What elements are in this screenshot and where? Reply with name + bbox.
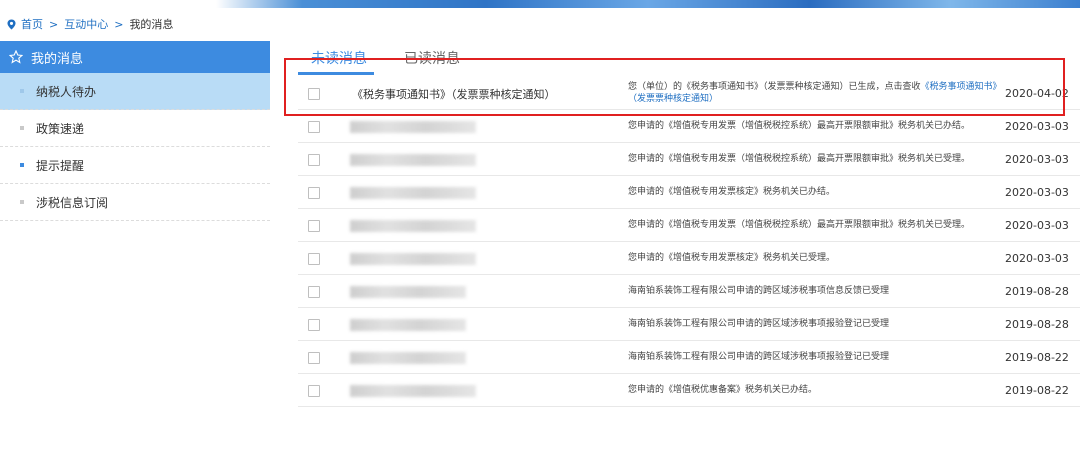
sidebar-item-taxpayer-todo[interactable]: 纳税人待办: [0, 73, 270, 110]
table-row[interactable]: 您申请的《增值税专用发票（增值税税控系统）最高开票限额审批》税务机关已受理。 2…: [298, 209, 1080, 242]
bullet-icon: [20, 163, 24, 167]
row-checkbox[interactable]: [308, 319, 320, 331]
message-description: 您申请的《增值税专用发票核定》税务机关已办结。: [628, 187, 836, 197]
message-description: 您（单位）的《税务事项通知书》（发票票种核定通知）已生成，点击查收《税务事项通知…: [628, 81, 998, 105]
message-description: 您申请的《增值税专用发票（增值税税控系统）最高开票限额审批》税务机关已办结。: [628, 121, 971, 131]
redacted-title: [350, 121, 476, 133]
table-row[interactable]: 您申请的《增值税专用发票（增值税税控系统）最高开票限额审批》税务机关已办结。 2…: [298, 110, 1080, 143]
redacted-title: [350, 352, 466, 364]
message-description-text: 您（单位）的《税务事项通知书》（发票票种核定通知）已生成，点击查收: [628, 82, 921, 92]
message-description: 您申请的《增值税专用发票核定》税务机关已受理。: [628, 253, 836, 263]
breadcrumb-interaction-center[interactable]: 互动中心: [64, 16, 108, 32]
sidebar: 我的消息 纳税人待办 政策速递 提示提醒 涉税信息订阅: [0, 41, 270, 452]
message-description: 海南铂系装饰工程有限公司申请的跨区域涉税事项信息反馈已受理: [628, 286, 890, 296]
table-row[interactable]: 海南铂系装饰工程有限公司申请的跨区域涉税事项信息反馈已受理 2019-08-28: [298, 275, 1080, 308]
row-checkbox[interactable]: [308, 286, 320, 298]
message-date: 2020-03-03: [1005, 153, 1069, 166]
sidebar-item-reminders[interactable]: 提示提醒: [0, 147, 270, 184]
location-pin-icon: [7, 18, 16, 30]
row-checkbox[interactable]: [308, 121, 320, 133]
message-description: 海南铂系装饰工程有限公司申请的跨区域涉税事项报验登记已受理: [628, 319, 890, 329]
redacted-title: [350, 319, 466, 331]
redacted-title: [350, 154, 476, 166]
row-checkbox[interactable]: [308, 352, 320, 364]
message-description: 海南铂系装饰工程有限公司申请的跨区域涉税事项报验登记已受理: [628, 352, 890, 362]
message-description: 您申请的《增值税专用发票（增值税税控系统）最高开票限额审批》税务机关已受理。: [628, 154, 971, 164]
message-date: 2019-08-22: [1005, 351, 1069, 364]
sidebar-item-tax-info-subscription[interactable]: 涉税信息订阅: [0, 184, 270, 221]
bullet-icon: [20, 200, 24, 204]
sidebar-item-label: 政策速递: [36, 121, 85, 136]
sidebar-item-label: 纳税人待办: [36, 84, 97, 99]
top-banner: [0, 0, 1080, 8]
redacted-title: [350, 220, 476, 232]
table-row[interactable]: 海南铂系装饰工程有限公司申请的跨区域涉税事项报验登记已受理 2019-08-22: [298, 341, 1080, 374]
table-row[interactable]: 《税务事项通知书》（发票票种核定通知） 您（单位）的《税务事项通知书》（发票票种…: [298, 77, 1080, 110]
row-checkbox[interactable]: [308, 187, 320, 199]
active-tab-underline: [298, 72, 374, 75]
tab-unread[interactable]: 未读消息: [311, 48, 367, 68]
table-row[interactable]: 您申请的《增值税专用发票（增值税税控系统）最高开票限额审批》税务机关已受理。 2…: [298, 143, 1080, 176]
table-row[interactable]: 您申请的《增值税专用发票核定》税务机关已受理。 2020-03-03: [298, 242, 1080, 275]
table-row[interactable]: 您申请的《增值税专用发票核定》税务机关已办结。 2020-03-03: [298, 176, 1080, 209]
redacted-title: [350, 253, 476, 265]
redacted-title: [350, 385, 476, 397]
breadcrumb-home[interactable]: 首页: [21, 16, 43, 32]
breadcrumb: 首页 > 互动中心 > 我的消息: [6, 14, 173, 34]
message-description: 您申请的《增值税优惠备案》税务机关已办结。: [628, 385, 818, 395]
row-checkbox[interactable]: [308, 154, 320, 166]
message-date: 2019-08-22: [1005, 384, 1069, 397]
table-row[interactable]: 海南铂系装饰工程有限公司申请的跨区域涉税事项报验登记已受理 2019-08-28: [298, 308, 1080, 341]
message-date: 2019-08-28: [1005, 318, 1069, 331]
message-date: 2019-08-28: [1005, 285, 1069, 298]
sidebar-header[interactable]: 我的消息: [0, 41, 270, 73]
redacted-title: [350, 286, 466, 298]
bullet-icon: [20, 126, 24, 130]
bullet-icon: [20, 89, 24, 93]
message-date: 2020-03-03: [1005, 120, 1069, 133]
row-checkbox[interactable]: [308, 88, 320, 100]
tab-read[interactable]: 已读消息: [404, 48, 460, 68]
message-date: 2020-04-02: [1005, 87, 1069, 100]
breadcrumb-separator: >: [114, 17, 124, 31]
sidebar-item-policy-express[interactable]: 政策速递: [0, 110, 270, 147]
message-description: 您申请的《增值税专用发票（增值税税控系统）最高开票限额审批》税务机关已受理。: [628, 220, 971, 230]
row-checkbox[interactable]: [308, 253, 320, 265]
sidebar-item-label: 提示提醒: [36, 158, 85, 173]
breadcrumb-separator: >: [49, 17, 59, 31]
breadcrumb-current: 我的消息: [129, 18, 174, 31]
row-checkbox[interactable]: [308, 220, 320, 232]
redacted-title: [350, 187, 476, 199]
message-date: 2020-03-03: [1005, 219, 1069, 232]
message-date: 2020-03-03: [1005, 186, 1069, 199]
row-checkbox[interactable]: [308, 385, 320, 397]
table-row[interactable]: 您申请的《增值税优惠备案》税务机关已办结。 2019-08-22: [298, 374, 1080, 407]
message-table: 《税务事项通知书》（发票票种核定通知） 您（单位）的《税务事项通知书》（发票票种…: [298, 77, 1080, 407]
sidebar-header-label: 我的消息: [31, 51, 84, 67]
star-outline-icon: [9, 50, 23, 64]
message-title[interactable]: 《税务事项通知书》（发票票种核定通知）: [352, 86, 556, 102]
sidebar-item-label: 涉税信息订阅: [36, 195, 109, 210]
message-tabs: 未读消息 已读消息: [298, 44, 1068, 76]
message-date: 2020-03-03: [1005, 252, 1069, 265]
